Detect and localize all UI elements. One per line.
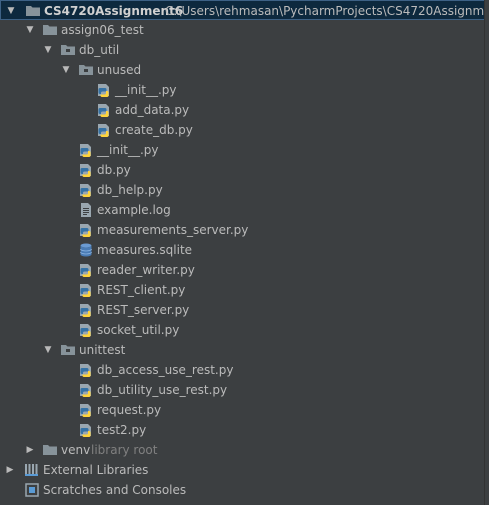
- folder-label: db_util: [79, 43, 120, 57]
- python-file-icon: [96, 122, 112, 138]
- tree-row-file[interactable]: db_access_use_rest.py: [0, 360, 489, 380]
- folder-icon: [25, 3, 41, 19]
- tree-row-file[interactable]: REST_server.py: [0, 300, 489, 320]
- python-file-icon: [78, 262, 94, 278]
- external-libraries-label: External Libraries: [43, 463, 149, 477]
- tree-row-file[interactable]: REST_client.py: [0, 280, 489, 300]
- tree-row-file[interactable]: socket_util.py: [0, 320, 489, 340]
- python-file-icon: [78, 402, 94, 418]
- tree-row-file[interactable]: add_data.py: [0, 100, 489, 120]
- python-file-icon: [78, 322, 94, 338]
- file-label: create_db.py: [115, 123, 193, 137]
- python-file-icon: [78, 422, 94, 438]
- tree-row-file[interactable]: request.py: [0, 400, 489, 420]
- expand-arrow-icon[interactable]: ▼: [42, 40, 54, 60]
- tree-row-file[interactable]: reader_writer.py: [0, 260, 489, 280]
- folder-label: venv: [61, 443, 91, 457]
- project-name: CS4720Assignment6: [44, 4, 184, 18]
- tree-row-assign06-test[interactable]: ▼ assign06_test: [0, 20, 489, 40]
- file-label: db_help.py: [97, 183, 163, 197]
- file-label: measures.sqlite: [97, 243, 193, 257]
- folder-label: unittest: [79, 343, 126, 357]
- scratches-icon: [24, 482, 40, 498]
- scrollbar-track[interactable]: [484, 0, 489, 505]
- expand-arrow-icon[interactable]: ▼: [42, 340, 54, 360]
- python-file-icon: [78, 382, 94, 398]
- file-label: example.log: [97, 203, 171, 217]
- file-label: REST_server.py: [97, 303, 190, 317]
- file-label: REST_client.py: [97, 283, 186, 297]
- tree-row-unittest[interactable]: ▼ unittest: [0, 340, 489, 360]
- tree-row-file[interactable]: example.log: [0, 200, 489, 220]
- folder-label: unused: [97, 63, 142, 77]
- file-label: db_utility_use_rest.py: [97, 383, 228, 397]
- log-file-icon: [78, 202, 94, 218]
- python-file-icon: [78, 362, 94, 378]
- collapse-arrow-icon[interactable]: ▶: [4, 460, 16, 480]
- file-label: test2.py: [97, 423, 147, 437]
- expand-arrow-icon[interactable]: ▼: [60, 60, 72, 80]
- tree-row-db-util[interactable]: ▼ db_util: [0, 40, 489, 60]
- tree-row-file[interactable]: measures.sqlite: [0, 240, 489, 260]
- python-file-icon: [78, 162, 94, 178]
- python-file-icon: [96, 82, 112, 98]
- tree-row-file[interactable]: measurements_server.py: [0, 220, 489, 240]
- tree-row-file[interactable]: create_db.py: [0, 120, 489, 140]
- tree-row-file[interactable]: db.py: [0, 160, 489, 180]
- file-label: add_data.py: [115, 103, 190, 117]
- file-label: __init__.py: [115, 83, 177, 97]
- project-tree: ▼ CS4720Assignment6 C:\Users\rehmasan\Py…: [0, 0, 489, 505]
- project-path: C:\Users\rehmasan\PycharmProjects\CS4720…: [165, 4, 489, 18]
- expand-arrow-icon[interactable]: ▼: [24, 20, 36, 40]
- library-root-hint: library root: [91, 443, 158, 457]
- python-file-icon: [78, 222, 94, 238]
- collapse-arrow-icon[interactable]: ▶: [24, 440, 36, 460]
- folder-icon: [42, 22, 58, 38]
- tree-row-file[interactable]: db_utility_use_rest.py: [0, 380, 489, 400]
- database-icon: [78, 242, 94, 258]
- file-label: measurements_server.py: [97, 223, 249, 237]
- folder-label: assign06_test: [61, 23, 144, 37]
- tree-row-scratches[interactable]: Scratches and Consoles: [0, 480, 489, 500]
- file-label: db.py: [97, 163, 131, 177]
- python-file-icon: [78, 182, 94, 198]
- file-label: socket_util.py: [97, 323, 180, 337]
- folder-icon: [42, 442, 58, 458]
- library-icon: [24, 462, 40, 478]
- package-folder-icon: [60, 42, 76, 58]
- python-file-icon: [78, 302, 94, 318]
- tree-row-file[interactable]: test2.py: [0, 420, 489, 440]
- file-label: reader_writer.py: [97, 263, 195, 277]
- tree-row-file[interactable]: __init__.py: [0, 140, 489, 160]
- python-file-icon: [78, 282, 94, 298]
- expand-arrow-icon[interactable]: ▼: [5, 1, 17, 21]
- package-folder-icon: [78, 62, 94, 78]
- python-file-icon: [78, 142, 94, 158]
- file-label: db_access_use_rest.py: [97, 363, 234, 377]
- file-label: request.py: [97, 403, 162, 417]
- tree-row-unused[interactable]: ▼ unused: [0, 60, 489, 80]
- python-file-icon: [96, 102, 112, 118]
- scratches-label: Scratches and Consoles: [43, 483, 187, 497]
- tree-row-external-libraries[interactable]: ▶ External Libraries: [0, 460, 489, 480]
- tree-row-file[interactable]: db_help.py: [0, 180, 489, 200]
- tree-row-file[interactable]: __init__.py: [0, 80, 489, 100]
- package-folder-icon: [60, 342, 76, 358]
- file-label: __init__.py: [97, 143, 159, 157]
- tree-row-venv[interactable]: ▶ venv library root: [0, 440, 489, 460]
- tree-row-project-root[interactable]: ▼ CS4720Assignment6 C:\Users\rehmasan\Py…: [0, 0, 489, 20]
